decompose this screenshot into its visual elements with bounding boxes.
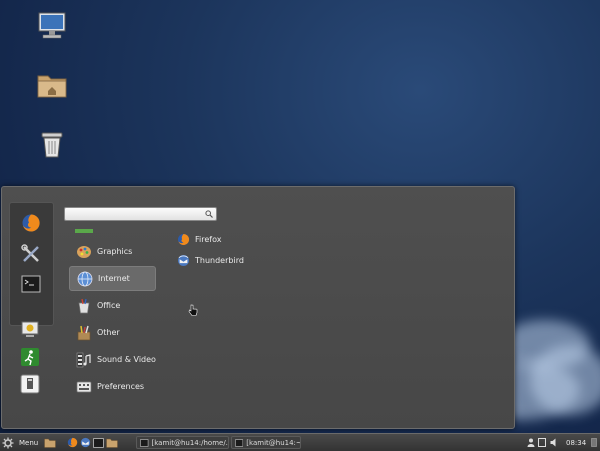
shutdown-button[interactable] bbox=[17, 371, 43, 397]
terminal-icon bbox=[140, 438, 149, 447]
category-sound-video[interactable]: Sound & Video bbox=[69, 347, 156, 372]
category-internet[interactable]: Internet bbox=[69, 266, 156, 291]
category-label: Sound & Video bbox=[97, 355, 156, 364]
terminal-icon bbox=[21, 275, 41, 293]
taskbar: Menu [kamit@hu14:/home/... [kamit@hu14:~… bbox=[0, 433, 600, 451]
sound-video-icon bbox=[75, 351, 93, 369]
launcher-home-folder[interactable] bbox=[106, 434, 118, 451]
terminal-icon bbox=[235, 438, 244, 447]
internet-icon bbox=[76, 270, 94, 288]
tray-volume[interactable] bbox=[550, 434, 559, 451]
search-input[interactable] bbox=[67, 208, 207, 220]
lock-screen-button[interactable] bbox=[17, 317, 43, 343]
clock[interactable]: 08:34 bbox=[566, 434, 586, 451]
application-menu: Graphics Internet Office Other Sound & V… bbox=[1, 186, 515, 429]
trash-icon bbox=[41, 132, 63, 158]
window-button-terminal-2[interactable]: [kamit@hu14:~] bbox=[231, 436, 301, 449]
category-preferences[interactable]: Preferences bbox=[69, 374, 156, 399]
computer-desktop-label bbox=[17, 44, 87, 52]
settings-tools-icon bbox=[21, 244, 39, 262]
window-button-terminal-1[interactable]: [kamit@hu14:/home/... bbox=[136, 436, 229, 449]
menu-button[interactable]: Menu bbox=[2, 434, 38, 451]
gear-icon bbox=[2, 437, 14, 448]
trash-desktop-icon[interactable] bbox=[32, 127, 72, 163]
show-desktop-button[interactable] bbox=[591, 434, 597, 451]
tray-user[interactable] bbox=[527, 434, 535, 451]
thunderbird-icon bbox=[177, 254, 190, 266]
computer-icon bbox=[38, 12, 66, 39]
category-label: Office bbox=[97, 301, 121, 310]
shutdown-icon bbox=[20, 374, 40, 394]
category-other[interactable]: Other bbox=[69, 320, 156, 345]
volume-icon bbox=[550, 438, 556, 447]
display-icon bbox=[538, 438, 546, 447]
firefox-icon bbox=[22, 214, 40, 232]
app-thunderbird[interactable]: Thunderbird bbox=[177, 252, 244, 268]
window-button-label: [kamit@hu14:/home/... bbox=[151, 438, 228, 447]
firefox-icon bbox=[67, 437, 78, 448]
category-label: Other bbox=[97, 328, 120, 337]
show-desktop-icon bbox=[591, 438, 597, 447]
system-column bbox=[9, 317, 52, 397]
category-label: Internet bbox=[98, 274, 130, 283]
menu-label: Menu bbox=[19, 438, 39, 447]
app-firefox[interactable]: Firefox bbox=[177, 231, 221, 247]
scrolled-category-fragment bbox=[75, 229, 93, 233]
favorite-firefox-button[interactable] bbox=[18, 210, 44, 236]
hand-cursor-icon bbox=[188, 304, 198, 316]
launcher-firefox[interactable] bbox=[67, 434, 78, 451]
favorite-terminal-button[interactable] bbox=[18, 271, 44, 297]
launcher-terminal[interactable] bbox=[93, 434, 104, 451]
launcher-thunderbird[interactable] bbox=[80, 434, 91, 451]
home-folder-desktop-icon[interactable] bbox=[32, 67, 72, 103]
favorites-column bbox=[9, 202, 54, 326]
graphics-icon bbox=[75, 243, 93, 261]
logout-icon bbox=[21, 348, 39, 366]
clock-text: 08:34 bbox=[566, 438, 587, 447]
lock-screen-icon bbox=[21, 321, 39, 337]
app-label: Firefox bbox=[195, 234, 222, 244]
thunderbird-icon bbox=[80, 437, 91, 448]
user-icon bbox=[527, 438, 535, 447]
tray-display[interactable] bbox=[538, 434, 546, 451]
favorite-settings-button[interactable] bbox=[18, 241, 44, 267]
category-office[interactable]: Office bbox=[69, 293, 156, 318]
window-button-label: [kamit@hu14:~] bbox=[246, 438, 300, 447]
logout-button[interactable] bbox=[17, 344, 43, 370]
search-box bbox=[64, 207, 217, 221]
category-label: Preferences bbox=[97, 382, 145, 391]
office-icon bbox=[75, 297, 93, 315]
category-label: Graphics bbox=[97, 247, 133, 256]
computer-desktop-icon[interactable] bbox=[32, 8, 72, 44]
folder-icon bbox=[44, 438, 56, 448]
firefox-icon bbox=[177, 233, 190, 245]
launcher-files[interactable] bbox=[44, 434, 56, 451]
folder-icon bbox=[37, 75, 67, 98]
folder-icon bbox=[106, 438, 118, 448]
terminal-icon bbox=[93, 437, 104, 448]
preferences-icon bbox=[75, 378, 93, 396]
app-label: Thunderbird bbox=[195, 255, 244, 265]
search-icon bbox=[205, 210, 213, 218]
category-graphics[interactable]: Graphics bbox=[69, 239, 156, 264]
other-icon bbox=[75, 324, 93, 342]
